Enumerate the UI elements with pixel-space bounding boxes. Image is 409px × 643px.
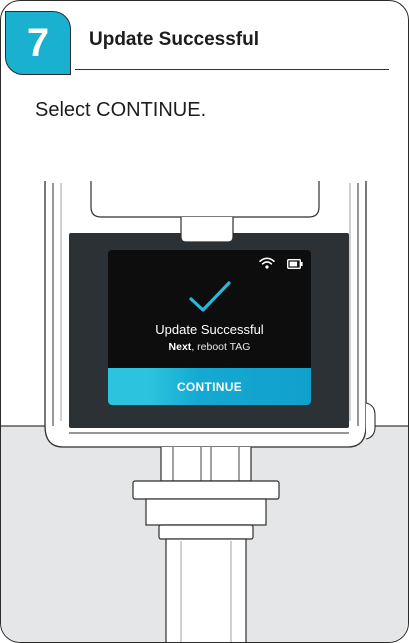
instruction-text: Select CONTINUE.: [35, 99, 207, 121]
screen-subtitle: Next, reboot TAG: [108, 341, 311, 353]
instruction-card: 7 Update Successful Select CONTINUE. Upd…: [0, 0, 409, 643]
continue-button[interactable]: CONTINUE: [108, 368, 311, 405]
device-screen: Update Successful Next, reboot TAG CONTI…: [108, 250, 311, 405]
background-panel: [1, 426, 408, 642]
battery-icon: [286, 256, 303, 274]
screen-subtitle-bold: Next: [168, 341, 192, 353]
step-title: Update Successful: [89, 29, 259, 50]
step-number-badge: 7: [5, 11, 71, 75]
title-divider: [75, 69, 389, 70]
status-bar: [259, 256, 303, 274]
screen-subtitle-rest: , reboot TAG: [191, 341, 251, 353]
checkmark-icon: [189, 281, 231, 312]
screen-title: Update Successful: [155, 322, 264, 337]
wifi-icon: [259, 256, 275, 274]
